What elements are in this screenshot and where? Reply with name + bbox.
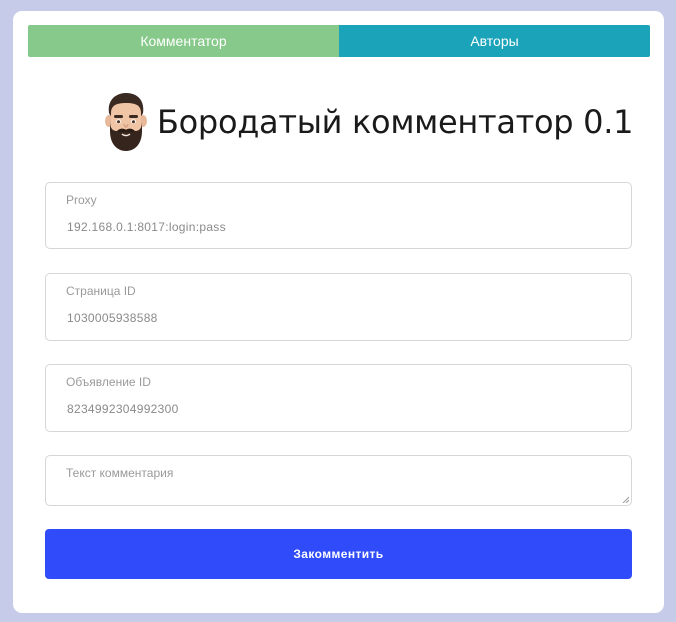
tab-authors[interactable]: Авторы [339,25,650,57]
comment-textarea[interactable]: Текст комментария [45,455,632,506]
proxy-label: Proxy [66,193,97,207]
page-title: Бородатый комментатор 0.1 [157,103,634,141]
main-card: Комментатор Авторы Бородатый комментатор… [13,11,664,613]
resize-handle-icon[interactable] [622,496,629,503]
tab-commentator[interactable]: Комментатор [28,25,339,57]
page-header: Бородатый комментатор 0.1 [103,90,633,154]
ad-id-label: Объявление ID [66,375,151,389]
ad-id-field[interactable]: Объявление ID 8234992304992300 [45,364,632,432]
tab-bar: Комментатор Авторы [28,25,650,57]
page-id-value: 1030005938588 [67,311,158,325]
page-id-label: Страница ID [66,284,136,298]
page-id-field[interactable]: Страница ID 1030005938588 [45,273,632,341]
bearded-man-emoji-icon [105,93,147,151]
proxy-field[interactable]: Proxy 192.168.0.1:8017:login:pass [45,182,632,249]
proxy-value: 192.168.0.1:8017:login:pass [67,220,226,234]
submit-comment-button[interactable]: Закомментить [45,529,632,579]
comment-label: Текст комментария [66,466,174,480]
ad-id-value: 8234992304992300 [67,402,179,416]
